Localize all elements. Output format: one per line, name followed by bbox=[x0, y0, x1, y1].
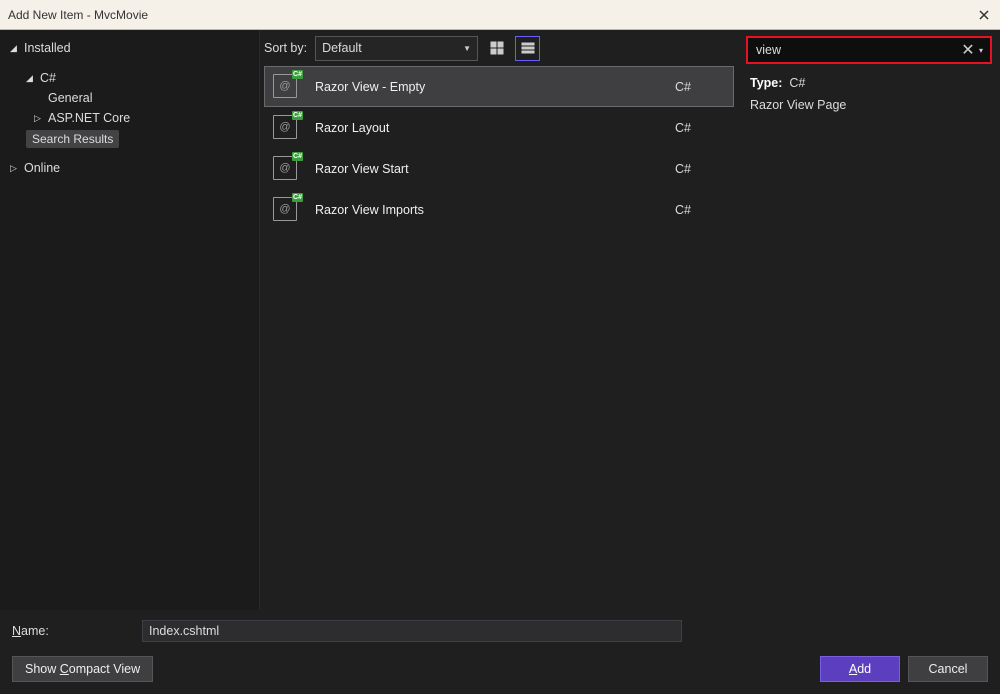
template-row[interactable]: @C# Razor View StartC# bbox=[264, 148, 734, 189]
view-list-button[interactable] bbox=[515, 36, 540, 61]
category-tree: ◢ Installed ◢ C# General ▷ ASP.NET Core … bbox=[0, 30, 260, 610]
bottom-bar: Name: Show Compact View Add Cancel bbox=[0, 610, 1000, 694]
template-lang: C# bbox=[675, 121, 725, 135]
template-lang: C# bbox=[675, 162, 725, 176]
template-name: Razor View Start bbox=[315, 162, 675, 176]
search-options-dropdown-icon[interactable]: ▾ bbox=[976, 46, 986, 55]
window-title: Add New Item - MvcMovie bbox=[8, 8, 148, 22]
template-row[interactable]: @C# Razor View ImportsC# bbox=[264, 189, 734, 230]
tree-item-general[interactable]: General bbox=[6, 88, 253, 108]
name-input[interactable] bbox=[142, 620, 682, 642]
details-panel: ✕ ▾ Type: C# Razor View Page bbox=[738, 30, 1000, 610]
tree-item-online[interactable]: ▷ Online bbox=[6, 158, 253, 178]
chevron-down-icon: ◢ bbox=[26, 73, 36, 84]
razor-file-icon: @C# bbox=[273, 156, 299, 182]
chevron-right-icon: ▷ bbox=[34, 113, 44, 124]
template-list: @C#Razor View - EmptyC#@C#Razor LayoutC#… bbox=[260, 66, 738, 230]
tree-item-aspnet[interactable]: ▷ ASP.NET Core bbox=[6, 108, 253, 128]
template-lang: C# bbox=[675, 203, 725, 217]
chevron-down-icon: ▼ bbox=[463, 44, 471, 53]
template-row[interactable]: @C# Razor View - EmptyC# bbox=[264, 66, 734, 107]
razor-file-icon: @C# bbox=[273, 197, 299, 223]
razor-file-icon: @C# bbox=[273, 115, 299, 141]
template-name: Razor Layout bbox=[315, 121, 675, 135]
template-name: Razor View - Empty bbox=[315, 80, 675, 94]
clear-search-icon[interactable]: ✕ bbox=[960, 40, 976, 60]
chevron-down-icon: ◢ bbox=[10, 43, 20, 54]
view-grid-button[interactable] bbox=[484, 36, 509, 61]
detail-description: Razor View Page bbox=[750, 98, 992, 112]
razor-file-icon: @C# bbox=[273, 74, 299, 100]
template-lang: C# bbox=[675, 80, 725, 94]
toolbar: Sort by: Default ▼ bbox=[260, 30, 738, 66]
search-box[interactable]: ✕ ▾ bbox=[746, 36, 992, 64]
template-row[interactable]: @C# Razor LayoutC# bbox=[264, 107, 734, 148]
name-label: Name: bbox=[12, 624, 142, 638]
tree-item-installed[interactable]: ◢ Installed bbox=[6, 38, 253, 58]
search-input[interactable] bbox=[756, 43, 960, 57]
close-icon[interactable] bbox=[976, 7, 992, 23]
sort-by-label: Sort by: bbox=[264, 41, 307, 55]
titlebar: Add New Item - MvcMovie bbox=[0, 0, 1000, 30]
chevron-right-icon: ▷ bbox=[10, 163, 20, 174]
add-button[interactable]: Add bbox=[820, 656, 900, 682]
sort-by-dropdown[interactable]: Default ▼ bbox=[315, 36, 478, 61]
tree-item-csharp[interactable]: ◢ C# bbox=[6, 68, 253, 88]
template-name: Razor View Imports bbox=[315, 203, 675, 217]
tree-item-search-results[interactable]: Search Results bbox=[6, 128, 253, 148]
show-compact-view-button[interactable]: Show Compact View bbox=[12, 656, 153, 682]
detail-type: Type: C# bbox=[750, 76, 992, 90]
cancel-button[interactable]: Cancel bbox=[908, 656, 988, 682]
